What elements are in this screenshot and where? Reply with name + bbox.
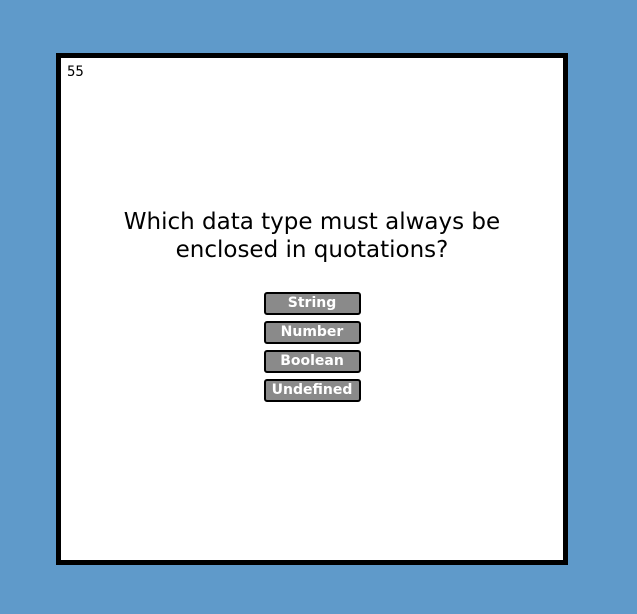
- question-line-1: Which data type must always be: [123, 209, 501, 235]
- answer-button-string[interactable]: String: [263, 292, 361, 315]
- answer-button-number[interactable]: Number: [263, 321, 361, 344]
- question-text: Which data type must always be enclosed …: [61, 208, 563, 264]
- question-line-2: enclosed in quotations?: [175, 237, 449, 263]
- answer-list: String Number Boolean Undefined: [61, 292, 563, 402]
- quiz-card: 55 Which data type must always be enclos…: [56, 53, 568, 565]
- answer-button-undefined[interactable]: Undefined: [263, 379, 361, 402]
- timer-display: 55: [67, 64, 84, 80]
- answer-button-boolean[interactable]: Boolean: [263, 350, 361, 373]
